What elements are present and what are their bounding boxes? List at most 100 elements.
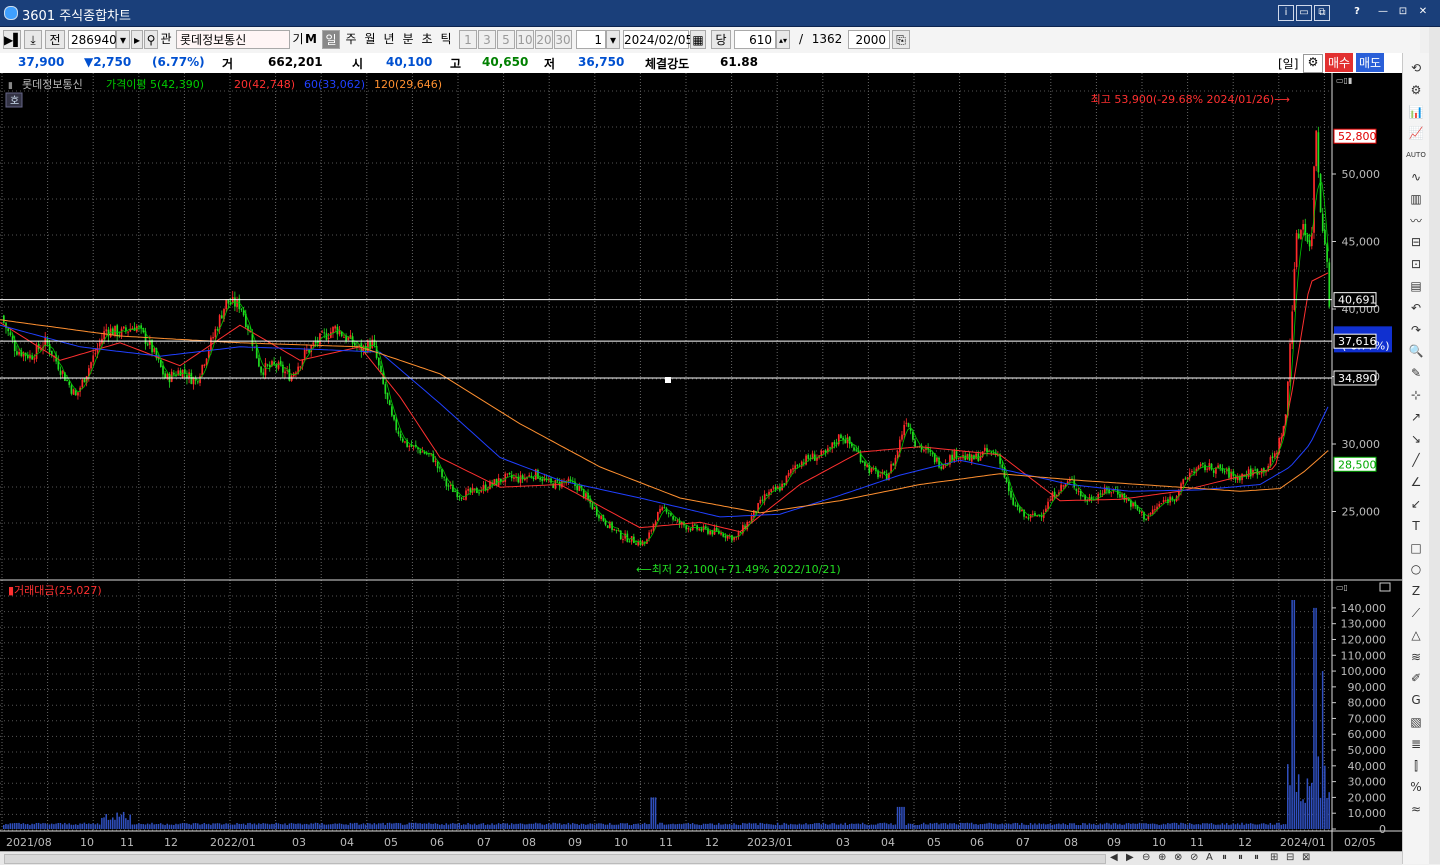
- date-input[interactable]: 2024/02/05: [623, 30, 693, 49]
- panel-toggle-icon[interactable]: ▶▌: [3, 30, 22, 49]
- volume-bar: [401, 824, 404, 829]
- tool-19-icon[interactable]: ∠: [1406, 473, 1426, 491]
- zoom-tool-8-icon[interactable]: ⏸: [1238, 852, 1243, 863]
- tool-6-icon[interactable]: ▥: [1406, 190, 1426, 208]
- tool-29-icon[interactable]: G: [1406, 691, 1426, 709]
- download-icon[interactable]: ⤓: [24, 30, 42, 49]
- tile-button[interactable]: ⧉: [1314, 5, 1330, 21]
- price-volume-chart[interactable]: 50,00045,00040,00035,00030,00025,00052,8…: [0, 73, 1402, 851]
- period-minute[interactable]: 분: [399, 30, 417, 49]
- settings-gear-icon[interactable]: ⚙: [1303, 54, 1323, 73]
- zoom-tool-3-icon[interactable]: ⊕: [1158, 852, 1166, 863]
- tool-30-icon[interactable]: ▧: [1406, 713, 1426, 731]
- count-dropdown-icon[interactable]: ▾: [606, 30, 620, 49]
- chart-area[interactable]: 50,00045,00040,00035,00030,00025,00052,8…: [0, 73, 1402, 851]
- tool-5-icon[interactable]: ∿: [1406, 168, 1426, 186]
- gi-button[interactable]: 기: [292, 30, 304, 49]
- minute-20[interactable]: 20: [535, 30, 553, 49]
- chart-scrollbar[interactable]: ◀ ▶ ⊖ ⊕ ⊗ ⊘ A ⏸ ⏸ ⏸ ⊞ ⊟ ⊠: [0, 851, 1402, 865]
- code-dropdown-icon[interactable]: ▾: [116, 30, 130, 49]
- maximize-button[interactable]: ⊡: [1396, 5, 1410, 19]
- minute-30[interactable]: 30: [554, 30, 572, 49]
- tool-1-icon[interactable]: ⚙: [1406, 81, 1426, 99]
- sell-button[interactable]: 매도: [1356, 53, 1385, 72]
- crosshair-marker[interactable]: [665, 377, 671, 383]
- tool-12-icon[interactable]: ↷: [1406, 321, 1426, 339]
- tool-17-icon[interactable]: ↘: [1406, 430, 1426, 448]
- zoom-tool-11-icon[interactable]: ⊟: [1286, 852, 1294, 863]
- minute-1[interactable]: 1: [459, 30, 477, 49]
- tool-26-icon[interactable]: △: [1406, 626, 1426, 644]
- side-handle[interactable]: [1429, 27, 1440, 864]
- tool-31-icon[interactable]: ≣: [1406, 735, 1426, 753]
- zoom-tool-6-icon[interactable]: A: [1206, 852, 1213, 863]
- tool-13-icon[interactable]: 🔍: [1406, 342, 1426, 360]
- minute-5[interactable]: 5: [497, 30, 515, 49]
- calendar-icon[interactable]: ▦: [690, 30, 706, 49]
- tool-11-icon[interactable]: ↶: [1406, 299, 1426, 317]
- tool-24-icon[interactable]: Z: [1406, 582, 1426, 600]
- minimize-button[interactable]: —: [1376, 5, 1390, 19]
- zoom-tool-2-icon[interactable]: ⊖: [1142, 852, 1150, 863]
- period-tick[interactable]: 틱: [437, 30, 455, 49]
- minute-3[interactable]: 3: [478, 30, 496, 49]
- tool-9-icon[interactable]: ⊡: [1406, 255, 1426, 273]
- tool-20-icon[interactable]: ↙: [1406, 495, 1426, 513]
- tool-28-icon[interactable]: ✐: [1406, 669, 1426, 687]
- tool-2-icon[interactable]: 📊: [1406, 103, 1426, 121]
- restore-small-button[interactable]: ▭: [1296, 5, 1312, 21]
- tool-25-icon[interactable]: ⟋: [1406, 604, 1426, 622]
- scroll-track[interactable]: [4, 854, 1106, 864]
- tool-7-icon[interactable]: 〰: [1406, 212, 1426, 230]
- period-month[interactable]: 월: [361, 30, 379, 49]
- stock-code-input[interactable]: 286940: [68, 30, 117, 49]
- gwan-button[interactable]: 관: [158, 30, 174, 49]
- zoom-tool-4-icon[interactable]: ⊗: [1174, 852, 1182, 863]
- apply-icon[interactable]: ⎘: [892, 30, 910, 49]
- tool-16-icon[interactable]: ↗: [1406, 408, 1426, 426]
- minute-10[interactable]: 10: [516, 30, 534, 49]
- stock-name-field[interactable]: 롯데정보통신: [176, 30, 290, 49]
- tool-10-icon[interactable]: ▤: [1406, 277, 1426, 295]
- period-second[interactable]: 초: [418, 30, 436, 49]
- info-button[interactable]: i: [1278, 5, 1294, 21]
- zoom-tool-1-icon[interactable]: ▶: [1126, 852, 1134, 863]
- tool-18-icon[interactable]: ╱: [1406, 451, 1426, 469]
- zoom-tool-0-icon[interactable]: ◀: [1110, 852, 1118, 863]
- daily-button[interactable]: [일]: [1278, 55, 1298, 72]
- tool-34-icon[interactable]: ≈: [1406, 800, 1426, 818]
- period-week[interactable]: 주: [342, 30, 360, 49]
- zoom-tool-5-icon[interactable]: ⊘: [1190, 852, 1198, 863]
- tool-33-icon[interactable]: %: [1406, 778, 1426, 796]
- tool-4-icon[interactable]: AUTO: [1406, 146, 1426, 164]
- search-icon[interactable]: ⚲: [144, 30, 158, 49]
- bar-count-input[interactable]: 610: [734, 30, 776, 49]
- tool-23-icon[interactable]: ○: [1406, 560, 1426, 578]
- buy-button[interactable]: 매수: [1325, 53, 1354, 72]
- zoom-tool-9-icon[interactable]: ⏸: [1254, 852, 1259, 863]
- tool-0-icon[interactable]: ⟲: [1406, 59, 1426, 77]
- dang-button[interactable]: 당: [711, 30, 731, 49]
- tool-27-icon[interactable]: ≋: [1406, 648, 1426, 666]
- m-button[interactable]: M: [304, 30, 318, 49]
- tool-14-icon[interactable]: ✎: [1406, 364, 1426, 382]
- tool-3-icon[interactable]: 📈: [1406, 124, 1426, 142]
- period-year[interactable]: 년: [380, 30, 398, 49]
- tool-22-icon[interactable]: □: [1406, 539, 1426, 557]
- zoom-tool-12-icon[interactable]: ⊠: [1302, 852, 1310, 863]
- count-input[interactable]: 1: [576, 30, 606, 49]
- tool-32-icon[interactable]: ⫿: [1406, 757, 1426, 775]
- tool-15-icon[interactable]: ⊹: [1406, 386, 1426, 404]
- zoom-tool-7-icon[interactable]: ⏸: [1222, 852, 1227, 863]
- tool-8-icon[interactable]: ⊟: [1406, 233, 1426, 251]
- help-button[interactable]: ?: [1350, 5, 1364, 19]
- zoom-tool-10-icon[interactable]: ⊞: [1270, 852, 1278, 863]
- jeon-button[interactable]: 전: [45, 30, 65, 49]
- period-day[interactable]: 일: [322, 30, 340, 49]
- next-code-icon[interactable]: ▸: [131, 30, 143, 49]
- volume-pane-close-icon[interactable]: [1379, 582, 1391, 592]
- zoom-input[interactable]: 2000: [848, 30, 890, 49]
- bar-count-stepper[interactable]: ▴▾: [776, 30, 790, 49]
- tool-21-icon[interactable]: T: [1406, 517, 1426, 535]
- close-button[interactable]: ✕: [1416, 5, 1430, 19]
